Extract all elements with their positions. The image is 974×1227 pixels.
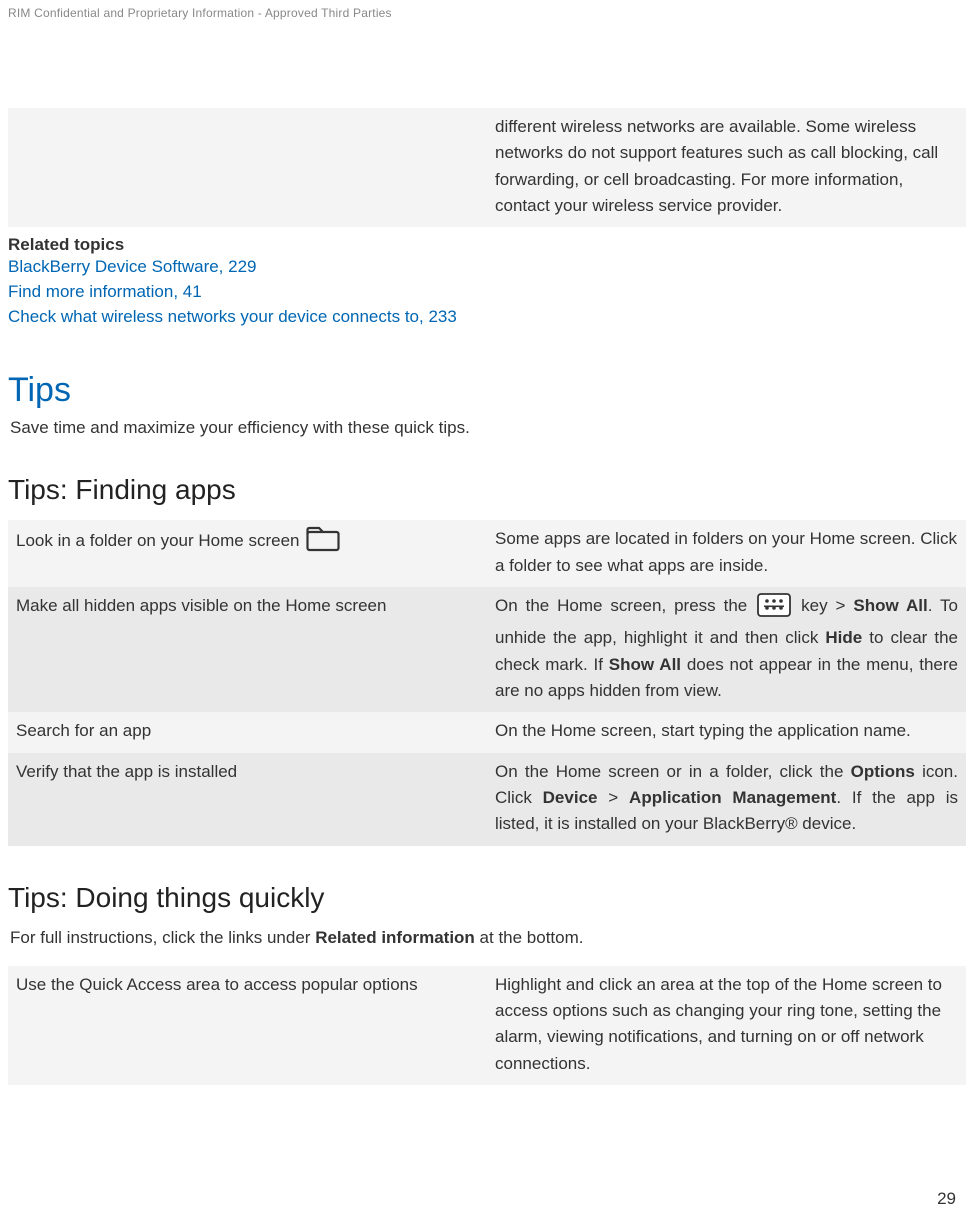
doing-quickly-desc: Highlight and click an area at the top o… [487,966,966,1085]
page-content: different wireless networks are availabl… [8,108,966,1085]
desc-bold: Application Management [629,788,836,807]
folder-icon [306,526,340,560]
finding-apps-label: Verify that the app is installed [8,753,487,846]
doing-quickly-label: Use the Quick Access area to access popu… [8,966,487,1085]
doing-quickly-table: Use the Quick Access area to access popu… [8,966,966,1085]
desc-bold: Device [543,788,598,807]
finding-apps-label: Search for an app [8,712,487,752]
related-link[interactable]: Find more information, 41 [8,280,966,305]
carryover-table: different wireless networks are availabl… [8,108,966,227]
finding-apps-label: Make all hidden apps visible on the Home… [8,587,487,712]
doing-quickly-title: Tips: Doing things quickly [8,882,966,914]
desc-bold: Hide [825,628,862,647]
page-number: 29 [937,1189,956,1209]
finding-apps-desc: On the Home screen or in a folder, click… [487,753,966,846]
confidential-header: RIM Confidential and Proprietary Informa… [8,0,966,20]
table-row: Make all hidden apps visible on the Home… [8,587,966,712]
intro-text: For full instructions, click the links u… [10,928,310,947]
intro-text: at the bottom. [480,928,584,947]
tips-title: Tips [8,371,966,410]
desc-bold: Options [851,762,915,781]
doing-quickly-intro: For full instructions, click the links u… [10,928,966,948]
table-row: Use the Quick Access area to access popu… [8,966,966,1085]
related-topics-heading: Related topics [8,235,966,255]
finding-apps-desc: On the Home screen, start typing the app… [487,712,966,752]
desc-text: key > [801,596,845,615]
desc-bold: Show All [853,596,927,615]
related-link[interactable]: Check what wireless networks your device… [8,305,966,330]
row-label-text: Look in a folder on your Home screen [16,531,300,550]
document-page: RIM Confidential and Proprietary Informa… [0,0,974,1227]
table-row: Look in a folder on your Home screen Som… [8,520,966,587]
table-row: different wireless networks are availabl… [8,108,966,227]
desc-text: > [608,788,618,807]
finding-apps-label: Look in a folder on your Home screen [8,520,487,587]
tips-intro: Save time and maximize your efficiency w… [10,418,966,438]
finding-apps-desc: On the Home screen, press the [487,587,966,712]
finding-apps-title: Tips: Finding apps [8,474,966,506]
finding-apps-desc: Some apps are located in folders on your… [487,520,966,587]
desc-text: On the Home screen, press the [495,596,747,615]
carryover-desc-cell: different wireless networks are availabl… [487,108,966,227]
table-row: Verify that the app is installed On the … [8,753,966,846]
carryover-label-cell [8,108,487,227]
desc-bold: Show All [609,655,681,674]
intro-bold: Related information [315,928,475,947]
menu-key-icon [757,593,791,625]
finding-apps-table: Look in a folder on your Home screen Som… [8,520,966,845]
table-row: Search for an app On the Home screen, st… [8,712,966,752]
related-link[interactable]: BlackBerry Device Software, 229 [8,255,966,280]
desc-text: On the Home screen or in a folder, click… [495,762,843,781]
